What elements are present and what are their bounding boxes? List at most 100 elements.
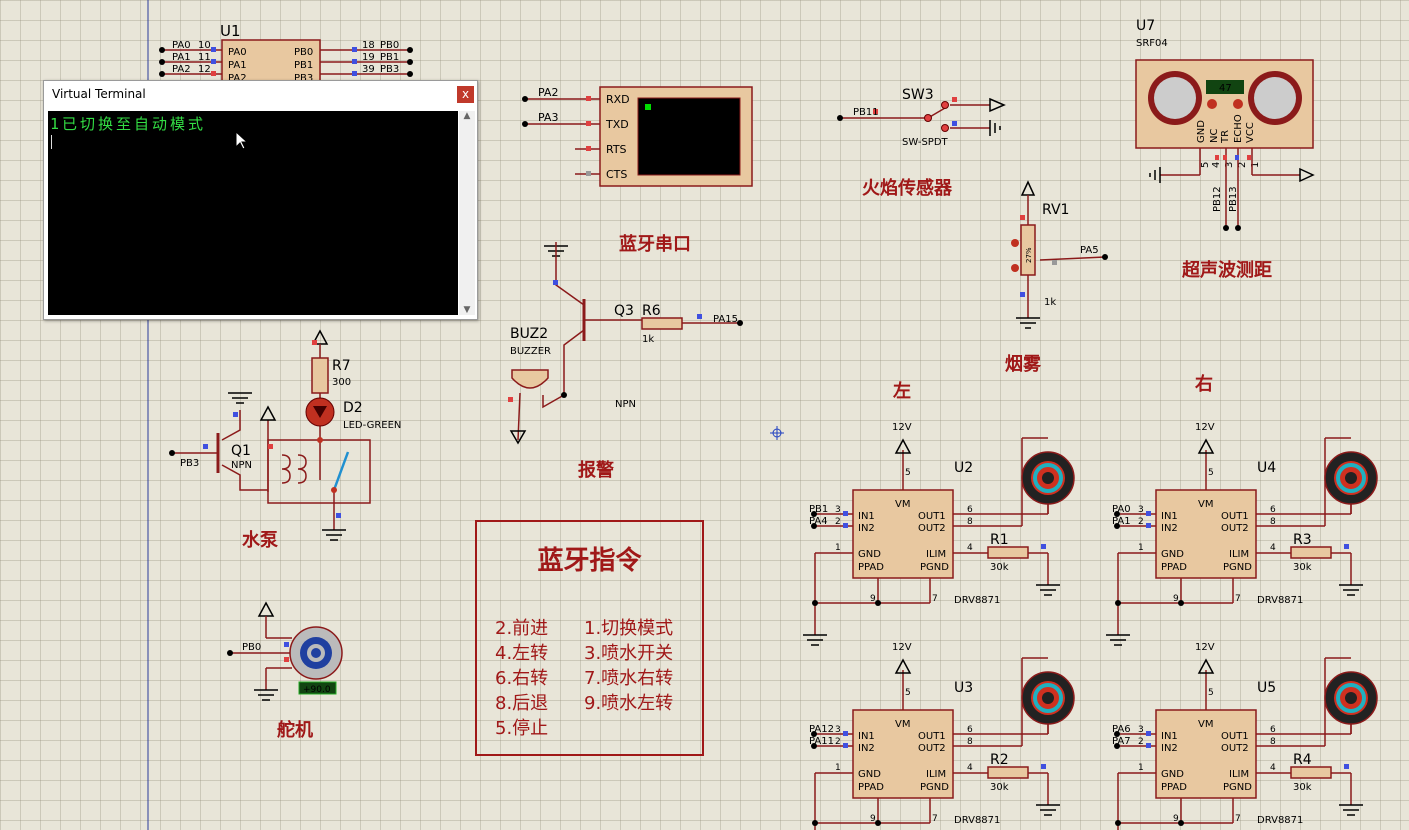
driver-text: 2	[1138, 737, 1144, 747]
svg-text:PB1: PB1	[380, 52, 399, 63]
svg-text:PA3: PA3	[538, 111, 558, 124]
svg-text:18: 18	[362, 40, 375, 51]
svg-text:SW-SPDT: SW-SPDT	[902, 137, 949, 148]
pump-circuit[interactable]: R7 300 D2 LED-GREEN Q1 NPN PB3	[169, 329, 401, 541]
label-flame-sensor: 火焰传感器	[862, 178, 952, 199]
command-item: 7.喷水右转	[584, 668, 674, 689]
close-button[interactable]: x	[457, 86, 474, 103]
driver-text: 4	[1270, 543, 1276, 553]
driver-text: VM	[895, 499, 910, 510]
driver-text: 3	[835, 725, 841, 735]
svg-text:BUZ2: BUZ2	[510, 326, 548, 342]
driver-text: OUT2	[918, 523, 946, 534]
command-item: 4.左转	[495, 643, 549, 664]
svg-text:Q3: Q3	[614, 303, 634, 319]
driver-text: 8	[1270, 737, 1276, 747]
driver-u4[interactable]: 12V U4 DRV8871 IN1IN2 VM OUT1OUT2 GND PPAD ILIM P…	[1106, 422, 1378, 646]
driver-text: ILIM	[926, 549, 946, 560]
driver-text: 1	[835, 763, 841, 773]
driver-text: PGND	[1223, 782, 1252, 793]
driver-text: OUT1	[1221, 511, 1249, 522]
driver-text: 8	[967, 737, 973, 747]
svg-text:PA5: PA5	[1080, 245, 1099, 256]
label-left: 左	[893, 381, 911, 402]
svg-text:PA2: PA2	[172, 64, 191, 75]
svg-text:PA1: PA1	[172, 52, 191, 63]
svg-text:Q1: Q1	[231, 443, 251, 459]
svg-text:SW3: SW3	[902, 87, 934, 103]
svg-text:4: 4	[1211, 162, 1222, 168]
label-bluetooth-serial: 蓝牙串口	[619, 234, 691, 255]
terminal-title[interactable]: Virtual Terminal	[44, 81, 477, 107]
label-smoke: 烟雾	[1005, 354, 1041, 375]
command-item: 2.前进	[495, 618, 549, 639]
mcu-u1[interactable]: U1 PA0 10 PA1 11 PA2 12 PA0 PA1 PA2 PB0 …	[159, 22, 413, 86]
svg-text:5: 5	[1200, 162, 1211, 168]
svg-text:TXD: TXD	[605, 118, 629, 131]
driver-text: 2	[835, 517, 841, 527]
terminal-screen[interactable]: 1已切换至自动模式	[48, 111, 458, 315]
resistor-value: 30k	[990, 562, 1009, 573]
resistor-ref: R3	[1293, 532, 1312, 548]
servo-motor[interactable]: +90.0 PB0	[227, 601, 343, 701]
svg-text:PB0: PB0	[294, 47, 313, 58]
driver-text: 1	[1138, 543, 1144, 553]
driver-text: 7	[1235, 594, 1241, 604]
driver-text: PGND	[1223, 562, 1252, 573]
svg-text:TR: TR	[1220, 130, 1231, 144]
driver-text: 3	[1138, 725, 1144, 735]
driver-u5[interactable]: 12V U5 DRV8871 IN1IN2 VM OUT1OUT2 GND PPAD ILIM P…	[1106, 642, 1378, 830]
svg-text:SRF04: SRF04	[1136, 38, 1168, 49]
label-right: 右	[1195, 374, 1213, 395]
svg-text:CTS: CTS	[606, 168, 627, 181]
driver-ref: U5	[1257, 680, 1276, 696]
motor-drivers: 12VU2DRV8871IN1IN2VMOUT1OUT2GNDPPADILIMP…	[803, 422, 1378, 830]
switch-sw3[interactable]: SW3 PB11 SW-SPDT	[837, 87, 1006, 148]
command-item: 9.喷水左转	[584, 693, 674, 714]
bluetooth-serial-module[interactable]: PA2 PA3 RXD TXD RTS CTS	[522, 86, 753, 187]
driver-text: 4	[1270, 763, 1276, 773]
scroll-up-icon[interactable]: ▲	[459, 111, 475, 121]
virtual-terminal-window[interactable]: Virtual Terminal x 1已切换至自动模式 ▲ ▼	[43, 80, 478, 320]
driver-text: GND	[1161, 549, 1184, 560]
crosshair-cursor-icon	[770, 426, 784, 440]
driver-text: 7	[932, 594, 938, 604]
svg-text:19: 19	[362, 52, 375, 63]
command-item: 1.切换模式	[584, 618, 674, 639]
driver-text: 5	[905, 688, 911, 698]
svg-text:39: 39	[362, 64, 375, 75]
resistor-ref: R4	[1293, 752, 1312, 768]
driver-text: 8	[967, 517, 973, 527]
driver-text: 4	[967, 763, 973, 773]
scroll-down-icon[interactable]: ▼	[459, 305, 475, 315]
driver-u2[interactable]: 12V U2 DRV8871 IN1IN2 VM OUT1OUT2 GND PPAD ILIM P…	[803, 422, 1075, 646]
terminal-scrollbar[interactable]: ▲ ▼	[459, 111, 475, 315]
driver-text: 2	[835, 737, 841, 747]
driver-text: 6	[1270, 725, 1276, 735]
svg-text:PB0: PB0	[380, 40, 399, 51]
ultrasonic-u7[interactable]: U7 SRF04 47 GND NC TR ECHO VCC 5 4 3 2 1…	[1135, 18, 1315, 231]
svg-text:GND: GND	[1196, 120, 1207, 143]
driver-text: IN1	[1161, 511, 1178, 522]
svg-text:D2: D2	[343, 400, 363, 416]
driver-text: 5	[1208, 688, 1214, 698]
potentiometer-rv1[interactable]: RV1 27% PA5 1k	[1011, 180, 1108, 329]
driver-text: VM	[895, 719, 910, 730]
svg-text:PA0: PA0	[228, 47, 247, 58]
svg-text:11: 11	[198, 52, 211, 63]
driver-text: OUT2	[1221, 743, 1249, 754]
driver-u3[interactable]: 12V U3 DRV8871 IN1IN2 VM OUT1OUT2 GND PPAD ILIM P…	[803, 642, 1075, 830]
svg-text:BUZZER: BUZZER	[510, 346, 551, 357]
supply-label: 12V	[1195, 642, 1215, 653]
driver-text: OUT1	[918, 511, 946, 522]
driver-text: PPAD	[858, 782, 884, 793]
driver-text: OUT2	[1221, 523, 1249, 534]
resistor-ref: R1	[990, 532, 1009, 548]
driver-text: 3	[835, 505, 841, 515]
driver-text: 6	[967, 505, 973, 515]
driver-text: GND	[858, 769, 881, 780]
buzzer-circuit[interactable]: Q3 R6 1k PA15 BUZ2 BUZZER NPN	[508, 242, 743, 445]
svg-text:VCC: VCC	[1245, 122, 1256, 143]
svg-text:RV1: RV1	[1042, 202, 1069, 218]
svg-text:12: 12	[198, 64, 211, 75]
